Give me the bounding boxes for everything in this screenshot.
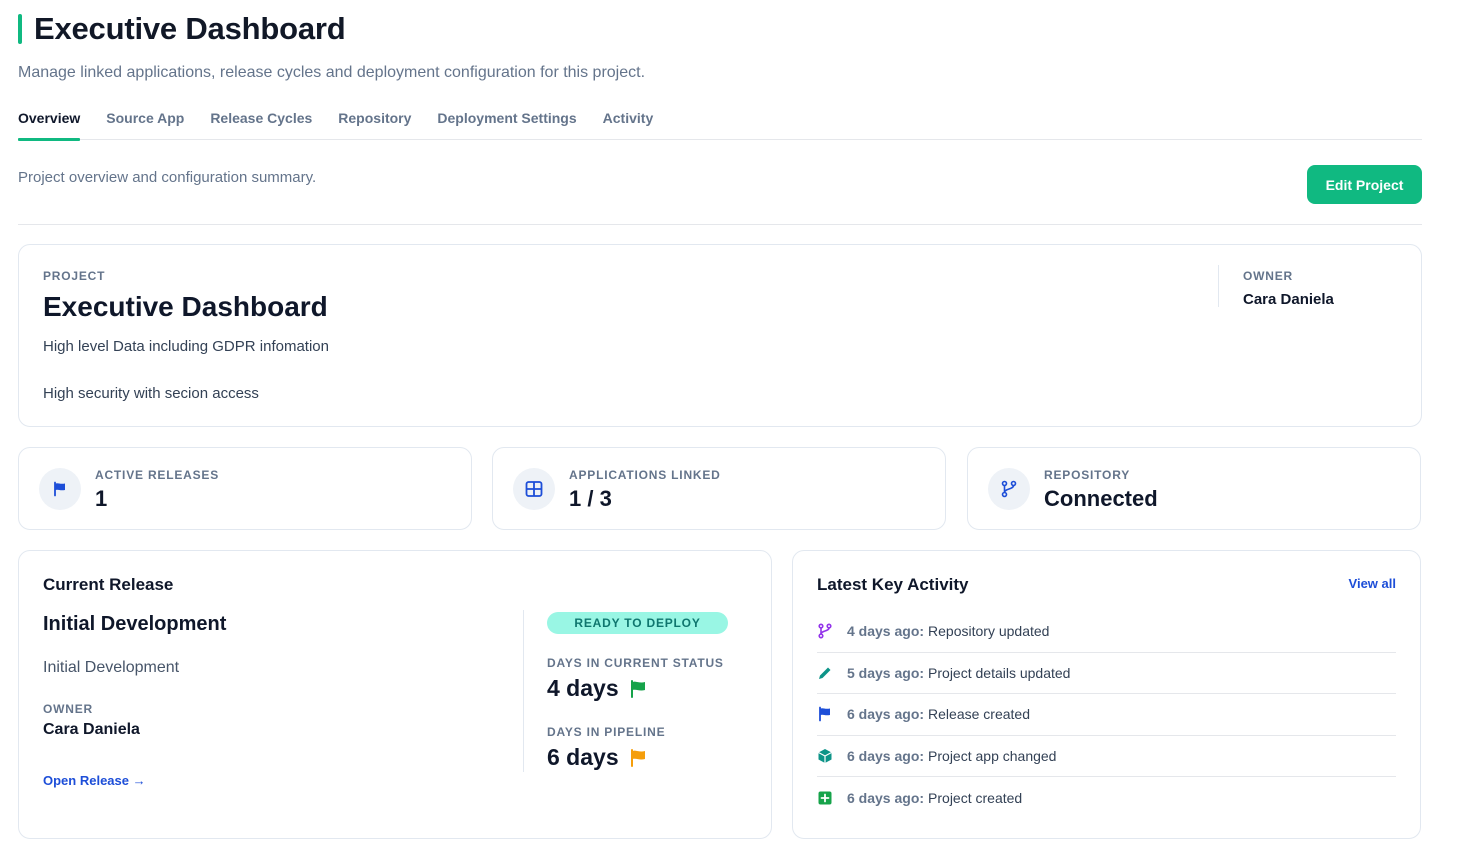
tab-bar: Overview Source App Release Cycles Repos… <box>18 110 1422 141</box>
page-header: Executive Dashboard <box>18 0 1422 56</box>
days-in-pipeline: 6 days <box>547 744 647 771</box>
activity-item: 6 days ago: Project app changed <box>817 736 1396 777</box>
tab-activity[interactable]: Activity <box>603 110 654 140</box>
green-flag-icon <box>630 679 645 698</box>
activity-time: 6 days ago: <box>847 747 925 764</box>
project-eyebrow: PROJECT <box>43 269 106 283</box>
activity-text: Project created <box>928 789 1023 806</box>
section-description: Project overview and configuration summa… <box>18 169 317 186</box>
git-branch-icon <box>988 468 1030 510</box>
activity-item: 5 days ago: Project details updated <box>817 653 1396 694</box>
status-badge: READY TO DEPLOY <box>547 612 728 634</box>
activity-item: 6 days ago: Release created <box>817 694 1396 736</box>
days-current-status-value: 4 days <box>547 675 619 701</box>
tab-deployment-settings[interactable]: Deployment Settings <box>437 110 576 140</box>
stat-card-active-releases: ACTIVE RELEASES 1 <box>18 447 472 530</box>
divider <box>523 610 524 772</box>
page-title: Executive Dashboard <box>34 11 346 46</box>
stat-card-repository: REPOSITORY Connected <box>967 447 1421 530</box>
stat-value: 1 <box>95 486 108 511</box>
stat-label: REPOSITORY <box>1044 468 1131 482</box>
project-description-line-2: High security with secion access <box>43 385 259 402</box>
project-description-line-1: High level Data including GDPR infomatio… <box>43 338 329 355</box>
project-name: Executive Dashboard <box>43 291 328 322</box>
tab-source-app[interactable]: Source App <box>106 110 184 140</box>
release-owner-label: OWNER <box>43 702 93 716</box>
project-owner: OWNER Cara Daniela <box>1218 265 1334 308</box>
days-in-pipeline-label: DAYS IN PIPELINE <box>547 725 666 739</box>
latest-activity-card: Latest Key Activity View all 4 days ago:… <box>792 550 1421 839</box>
section-header: Project overview and configuration summa… <box>18 140 1422 225</box>
stat-label: APPLICATIONS LINKED <box>569 468 721 482</box>
activity-text: Release created <box>928 706 1030 723</box>
stat-value: Connected <box>1044 486 1158 511</box>
project-card: PROJECT Executive Dashboard High level D… <box>18 244 1422 427</box>
edit-project-button[interactable]: Edit Project <box>1307 165 1422 204</box>
box-icon <box>817 748 847 764</box>
tab-overview[interactable]: Overview <box>18 110 81 141</box>
stat-label: ACTIVE RELEASES <box>95 468 220 482</box>
activity-text: Project app changed <box>928 747 1057 764</box>
release-description: Initial Development <box>43 659 180 676</box>
activity-time: 5 days ago: <box>847 664 925 681</box>
open-release-link[interactable]: Open Release → <box>43 773 146 788</box>
tab-release-cycles[interactable]: Release Cycles <box>210 110 312 140</box>
grid-icon <box>513 468 555 510</box>
owner-label: OWNER <box>1243 269 1293 283</box>
card-title: Latest Key Activity <box>817 575 969 594</box>
activity-time: 4 days ago: <box>847 623 925 640</box>
page-subtitle: Manage linked applications, release cycl… <box>18 64 646 81</box>
stat-value: 1 / 3 <box>569 486 612 511</box>
project-page: Executive Dashboard Manage linked applic… <box>18 0 1422 839</box>
title-accent-bar <box>18 14 22 44</box>
pencil-icon <box>817 665 847 681</box>
plus-square-icon <box>817 790 847 806</box>
activity-item: 6 days ago: Project created <box>817 777 1396 819</box>
activity-list: 4 days ago: Repository updated 5 days ag… <box>817 611 1396 819</box>
view-all-link[interactable]: View all <box>1349 576 1396 591</box>
stat-card-applications-linked: APPLICATIONS LINKED 1 / 3 <box>492 447 946 530</box>
activity-time: 6 days ago: <box>847 706 925 723</box>
activity-time: 6 days ago: <box>847 789 925 806</box>
flag-icon <box>39 468 81 510</box>
amber-flag-icon <box>630 748 645 767</box>
tab-repository[interactable]: Repository <box>338 110 411 140</box>
git-branch-icon <box>817 623 847 639</box>
days-current-status: 4 days <box>547 675 647 702</box>
card-title: Current Release <box>43 575 174 594</box>
days-current-status-label: DAYS IN CURRENT STATUS <box>547 656 724 670</box>
owner-name: Cara Daniela <box>1243 291 1334 308</box>
activity-text: Repository updated <box>928 623 1050 640</box>
current-release-card: Current Release Initial Development Init… <box>18 550 772 839</box>
activity-text: Project details updated <box>928 664 1071 681</box>
flag-icon <box>817 706 847 722</box>
release-name: Initial Development <box>43 613 227 635</box>
activity-item: 4 days ago: Repository updated <box>817 611 1396 653</box>
days-in-pipeline-value: 6 days <box>547 744 619 770</box>
release-owner-name: Cara Daniela <box>43 721 140 738</box>
